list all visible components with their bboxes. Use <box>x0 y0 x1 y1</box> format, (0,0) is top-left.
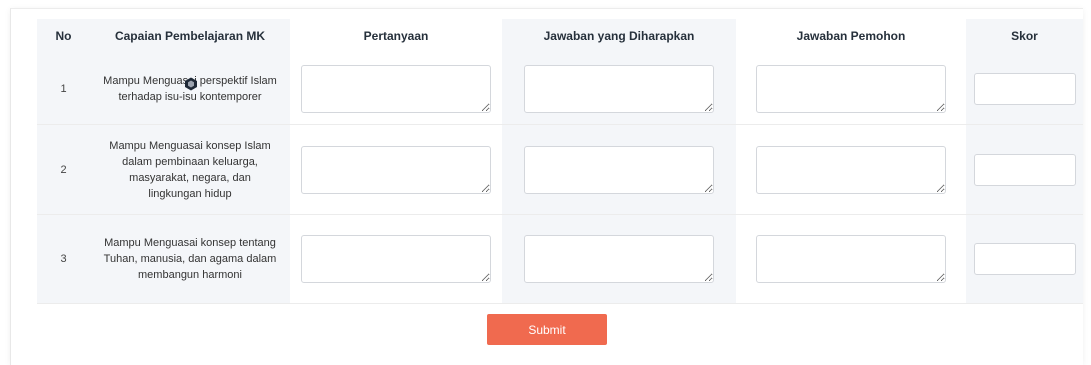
table-row: 1 Mampu Menguasai perspektif Islam terha… <box>37 53 1083 125</box>
expected-answer-textarea[interactable] <box>524 235 714 283</box>
header-cpmk: Capaian Pembelajaran MK <box>90 19 290 53</box>
applicant-answer-textarea[interactable] <box>756 64 946 113</box>
table-row: 2 Mampu Menguasai konsep Islam dalam pem… <box>37 124 1083 215</box>
row-cpmk-cell: Mampu Menguasai konsep Islam dalam pembi… <box>90 124 290 215</box>
row-number: 3 <box>37 214 90 304</box>
applicant-answer-cell <box>736 214 966 304</box>
score-input[interactable] <box>973 243 1076 275</box>
expected-answer-cell <box>502 53 736 125</box>
cursor-hex-icon <box>185 77 197 91</box>
score-input[interactable] <box>973 72 1076 105</box>
submit-button[interactable]: Submit <box>487 314 607 345</box>
row-number: 2 <box>37 124 90 215</box>
header-score: Skor <box>966 19 1083 53</box>
table-header-row: No Capaian Pembelajaran MK Pertanyaan Ja… <box>37 19 1083 53</box>
applicant-answer-cell <box>736 124 966 215</box>
table-row: 3 Mampu Menguasai konsep tentang Tuhan, … <box>37 214 1083 304</box>
applicant-answer-textarea[interactable] <box>756 145 946 194</box>
header-no: No <box>37 19 90 53</box>
expected-answer-cell <box>502 214 736 304</box>
header-expected-answer: Jawaban yang Diharapkan <box>502 19 736 53</box>
score-cell <box>966 214 1083 304</box>
assessment-card: No Capaian Pembelajaran MK Pertanyaan Ja… <box>10 8 1083 365</box>
question-cell <box>290 53 502 125</box>
question-cell <box>290 124 502 215</box>
assessment-table: No Capaian Pembelajaran MK Pertanyaan Ja… <box>37 19 1083 304</box>
score-cell <box>966 124 1083 215</box>
row-cpmk-text: Mampu Menguasai konsep Islam dalam pembi… <box>109 139 271 200</box>
expected-answer-textarea[interactable] <box>524 64 714 113</box>
question-textarea[interactable] <box>301 235 491 283</box>
row-cpmk-cell: Mampu Menguasai perspektif Islam terhada… <box>90 53 290 125</box>
score-input[interactable] <box>973 153 1076 186</box>
row-cpmk-text: Mampu Menguasai konsep tentang Tuhan, ma… <box>103 237 277 281</box>
expected-answer-textarea[interactable] <box>524 145 714 194</box>
header-question: Pertanyaan <box>363 29 429 43</box>
applicant-answer-textarea[interactable] <box>756 235 946 283</box>
question-textarea[interactable] <box>301 64 491 113</box>
applicant-answer-cell <box>736 53 966 125</box>
question-textarea[interactable] <box>301 145 491 194</box>
row-cpmk-cell: Mampu Menguasai konsep tentang Tuhan, ma… <box>90 214 290 304</box>
expected-answer-cell <box>502 124 736 215</box>
score-cell <box>966 53 1083 125</box>
header-applicant-answer: Jawaban Pemohon <box>796 29 906 43</box>
question-cell <box>290 214 502 304</box>
row-number: 1 <box>37 53 90 125</box>
